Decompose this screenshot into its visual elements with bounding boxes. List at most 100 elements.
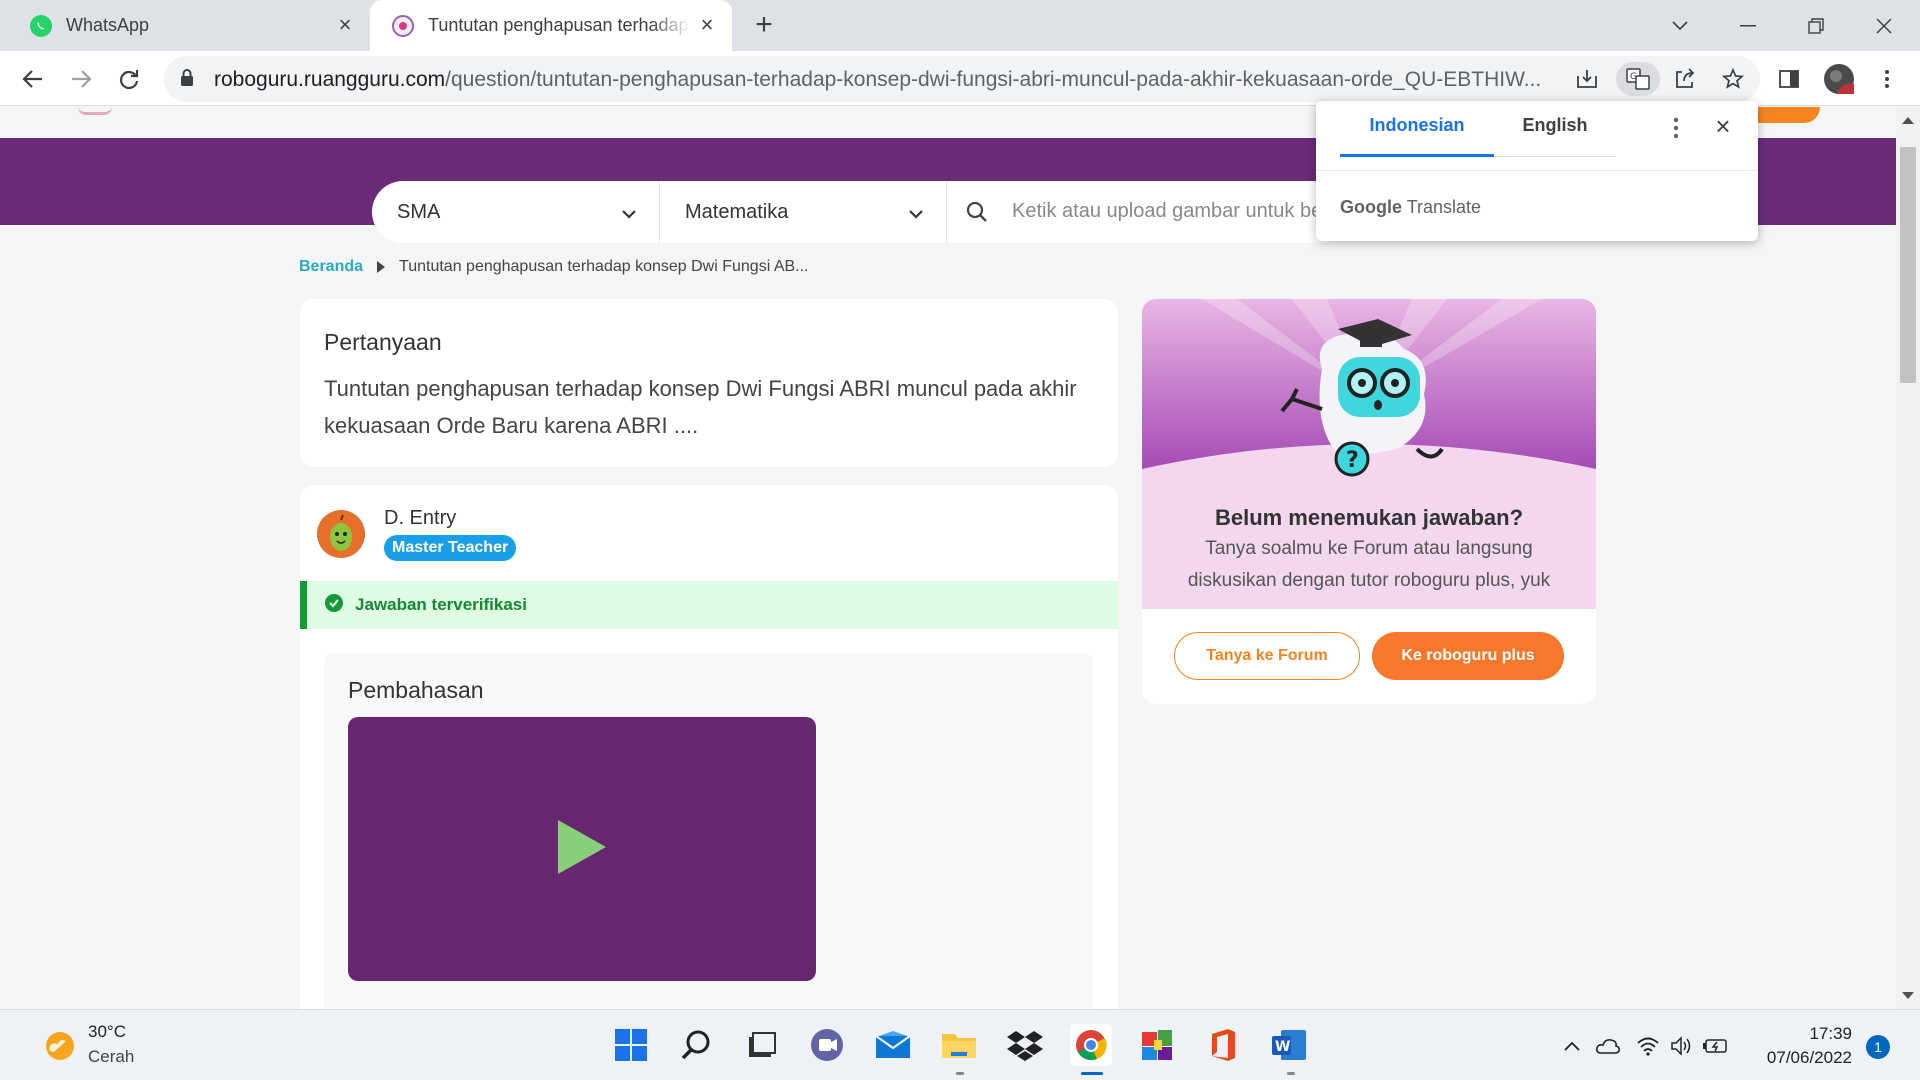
more-options-icon[interactable] <box>1664 115 1688 141</box>
restore-button[interactable] <box>1798 8 1834 44</box>
whatsapp-icon <box>30 14 52 37</box>
mail-icon[interactable] <box>872 1024 914 1066</box>
running-indicator <box>956 1072 964 1075</box>
scroll-down-icon[interactable] <box>1902 992 1914 999</box>
file-explorer-icon[interactable] <box>938 1024 980 1066</box>
task-view-icon[interactable] <box>740 1024 782 1066</box>
verified-banner: Jawaban terverifikasi <box>300 581 1118 629</box>
tab-divider <box>1494 156 1616 157</box>
new-tab-button[interactable]: + <box>748 10 780 42</box>
search-icon[interactable] <box>675 1024 717 1066</box>
subject-select[interactable]: Matematika <box>660 181 947 243</box>
translate-label: Translate <box>1406 197 1482 217</box>
back-icon[interactable] <box>16 62 50 96</box>
roboguru-plus-button[interactable]: Ke roboguru plus <box>1372 632 1564 680</box>
weather-temperature[interactable]: 30°C <box>88 1022 126 1042</box>
mascot-illustration: ? <box>1142 299 1596 477</box>
profile-avatar[interactable] <box>1822 62 1856 96</box>
translate-tab-indonesian[interactable]: Indonesian <box>1340 115 1494 136</box>
install-app-icon[interactable] <box>1570 62 1604 96</box>
menu-kebab-icon[interactable] <box>1870 62 1904 96</box>
tab-search-chevron-icon[interactable] <box>1662 8 1698 44</box>
wifi-icon[interactable] <box>1634 1032 1662 1060</box>
divider <box>1316 170 1758 171</box>
page-scrollbar[interactable] <box>1896 107 1920 1009</box>
volume-icon[interactable] <box>1668 1032 1696 1060</box>
scroll-up-icon[interactable] <box>1902 117 1914 124</box>
battery-icon[interactable] <box>1702 1032 1730 1060</box>
translate-popup: Indonesian English × Google Translate <box>1316 101 1758 241</box>
close-icon[interactable]: × <box>1709 113 1737 141</box>
system-clock[interactable]: 17:39 07/06/2022 <box>1746 1022 1852 1070</box>
scrollbar-thumb[interactable] <box>1900 147 1916 383</box>
close-tab-icon[interactable]: × <box>696 14 718 37</box>
weather-condition[interactable]: Cerah <box>88 1047 134 1067</box>
google-logo: Google <box>1340 197 1402 217</box>
chrome-icon[interactable] <box>1070 1024 1112 1066</box>
running-indicator <box>1287 1072 1295 1075</box>
check-circle-icon <box>325 593 343 617</box>
weather-icon[interactable] <box>44 1030 76 1067</box>
url-text: roboguru.ruangguru.com/question/tuntutan… <box>214 68 1724 92</box>
level-value: SMA <box>397 200 441 223</box>
master-teacher-badge: Master Teacher <box>384 535 517 561</box>
side-panel-icon[interactable] <box>1772 62 1806 96</box>
teams-chat-icon[interactable] <box>806 1024 848 1066</box>
chevron-down-icon <box>621 202 637 225</box>
translate-tab-english[interactable]: English <box>1494 115 1616 136</box>
subject-value: Matematika <box>685 200 789 223</box>
question-text: Tuntutan penghapusan terhadap konsep Dwi… <box>324 376 1077 438</box>
share-icon[interactable] <box>1668 62 1702 96</box>
search-icon <box>965 200 989 229</box>
tab-whatsapp[interactable]: WhatsApp × <box>10 0 370 51</box>
lock-icon[interactable] <box>180 68 194 93</box>
tab-title: WhatsApp <box>66 15 150 35</box>
search-group: SMA Matematika Ketik atau upload gambar … <box>372 181 1352 243</box>
tab-strip: WhatsApp × Tuntutan penghapusan terhadap… <box>0 0 1920 51</box>
clock-date: 07/06/2022 <box>1766 1048 1852 1067</box>
clock-time: 17:39 <box>1809 1024 1852 1043</box>
promo-card: ? Belum menemukan jawaban? Tanya soalmu … <box>1142 299 1596 704</box>
breadcrumb-home-link[interactable]: Beranda <box>299 258 363 276</box>
notification-badge[interactable]: 1 <box>1866 1035 1890 1059</box>
ask-forum-button[interactable]: Tanya ke Forum <box>1174 632 1360 680</box>
level-select[interactable]: SMA <box>372 181 660 243</box>
roboguru-icon <box>392 14 414 37</box>
breadcrumb-current: Tuntutan penghapusan terhadap konsep Dwi… <box>399 258 809 275</box>
question-heading: Pertanyaan <box>324 329 442 355</box>
forward-icon[interactable] <box>64 62 98 96</box>
svg-text:?: ? <box>1346 448 1359 473</box>
question-card: Pertanyaan Tuntutan penghapusan terhadap… <box>300 299 1118 467</box>
bookmark-star-icon[interactable] <box>1716 62 1750 96</box>
dropbox-icon[interactable] <box>1004 1024 1046 1066</box>
svg-text:G: G <box>1630 72 1637 82</box>
tab-roboguru[interactable]: Tuntutan penghapusan terhadap konsep Dwi… <box>370 0 732 51</box>
tab-title: Tuntutan penghapusan terhadap konsep Dwi… <box>428 15 690 35</box>
svg-text:W: W <box>1275 1039 1290 1055</box>
office-icon[interactable] <box>1202 1024 1244 1066</box>
onedrive-cloud-icon[interactable] <box>1594 1032 1622 1060</box>
address-bar[interactable]: roboguru.ruangguru.com/question/tuntutan… <box>164 56 1760 102</box>
show-hidden-icons-chevron-icon[interactable] <box>1558 1032 1586 1060</box>
chevron-down-icon <box>908 202 924 225</box>
play-icon[interactable] <box>556 818 608 881</box>
word-icon[interactable]: W <box>1268 1024 1310 1066</box>
reload-icon[interactable] <box>112 62 146 96</box>
discussion-section: Pembahasan <box>324 653 1094 1009</box>
browser-toolbar: roboguru.ruangguru.com/question/tuntutan… <box>0 51 1920 106</box>
translate-icon[interactable]: G <box>1616 62 1660 96</box>
close-tab-icon[interactable]: × <box>334 14 356 37</box>
minimize-button[interactable] <box>1730 8 1766 44</box>
start-icon[interactable] <box>610 1024 652 1066</box>
url-domain: roboguru.ruangguru.com <box>214 68 446 91</box>
url-path: /question/tuntutan-penghapusan-terhadap-… <box>445 68 1542 91</box>
active-tab-indicator <box>1340 154 1494 157</box>
search-input[interactable]: Ketik atau upload gambar untuk be <box>947 181 1352 243</box>
close-window-button[interactable] <box>1866 8 1902 44</box>
answer-card: D. Entry Master Teacher Jawaban terverif… <box>300 485 1118 1009</box>
active-app-indicator <box>1081 1072 1103 1075</box>
video-player[interactable] <box>348 717 816 981</box>
roboguru-logo[interactable] <box>78 107 112 115</box>
teacher-avatar[interactable] <box>317 510 365 558</box>
app-grid-icon[interactable] <box>1136 1024 1178 1066</box>
